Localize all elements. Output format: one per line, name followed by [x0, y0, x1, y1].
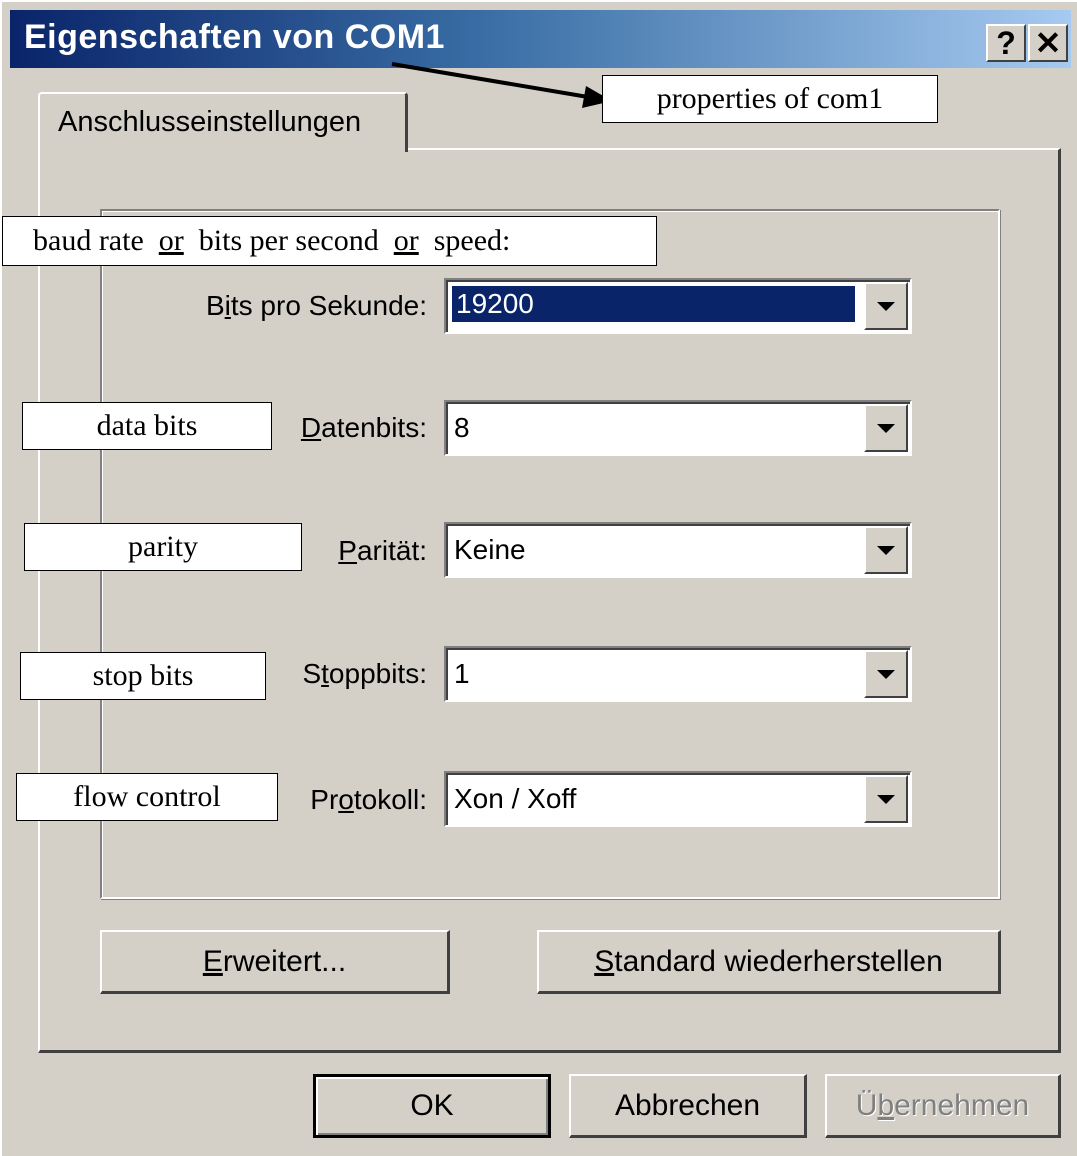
apply-button-label: Übernehmen	[855, 1088, 1030, 1122]
dropdown-button[interactable]	[864, 526, 908, 574]
dropdown-button[interactable]	[864, 404, 908, 452]
stop-bits-value: 1	[454, 658, 470, 689]
flow-control-select[interactable]: Xon / Xoff	[444, 771, 912, 827]
flow-control-value: Xon / Xoff	[454, 783, 577, 814]
bits-per-second-value: 19200	[451, 285, 856, 323]
arrow-line	[391, 62, 595, 100]
parity-value: Keine	[454, 534, 526, 565]
chevron-down-icon	[877, 794, 895, 804]
annotation-flow-control: flow control	[16, 773, 278, 821]
chevron-down-icon	[877, 545, 895, 555]
ok-button[interactable]: OK	[313, 1074, 551, 1138]
restore-defaults-button[interactable]: Standard wiederherstellen	[537, 930, 1001, 994]
chevron-down-icon	[877, 423, 895, 433]
annotation-properties: properties of com1	[602, 75, 938, 123]
annotation-data-bits: data bits	[22, 402, 272, 450]
data-bits-value: 8	[454, 412, 470, 443]
stop-bits-select[interactable]: 1	[444, 646, 912, 702]
advanced-button[interactable]: Erweitert...	[100, 930, 450, 994]
annotation-baud-rate: baud rate or bits per second or speed:	[2, 216, 657, 266]
stop-bits-label: Stoppbits:	[302, 658, 427, 689]
data-bits-label: Datenbits:	[300, 412, 427, 443]
chevron-down-icon	[877, 669, 895, 679]
tab-anschlusseinstellungen[interactable]: Anschlusseinstellungen	[38, 92, 408, 152]
parity-select[interactable]: Keine	[444, 522, 912, 578]
bits-per-second-label: Bits pro Sekunde:	[205, 290, 427, 321]
data-bits-select[interactable]: 8	[444, 400, 912, 456]
properties-dialog: Eigenschaften von COM1 ? ✕ Anschlusseins…	[0, 0, 1077, 1156]
flow-control-label: Protokoll:	[310, 784, 427, 815]
cancel-button-label: Abbrechen	[614, 1088, 761, 1122]
apply-button[interactable]: Übernehmen	[825, 1074, 1061, 1138]
annotation-stop-bits: stop bits	[20, 652, 266, 700]
dropdown-button[interactable]	[864, 775, 908, 823]
advanced-button-label: Erweitert...	[202, 944, 347, 978]
annotation-parity: parity	[24, 523, 302, 571]
dropdown-button[interactable]	[864, 282, 908, 330]
parity-label: Parität:	[338, 535, 427, 566]
restore-defaults-label: Standard wiederherstellen	[594, 944, 943, 978]
tab-label: Anschlusseinstellungen	[58, 106, 362, 138]
cancel-button[interactable]: Abbrechen	[569, 1074, 807, 1138]
chevron-down-icon	[877, 301, 895, 311]
ok-button-label: OK	[410, 1089, 454, 1122]
dropdown-button[interactable]	[864, 650, 908, 698]
bits-per-second-select[interactable]: 19200	[444, 278, 912, 334]
